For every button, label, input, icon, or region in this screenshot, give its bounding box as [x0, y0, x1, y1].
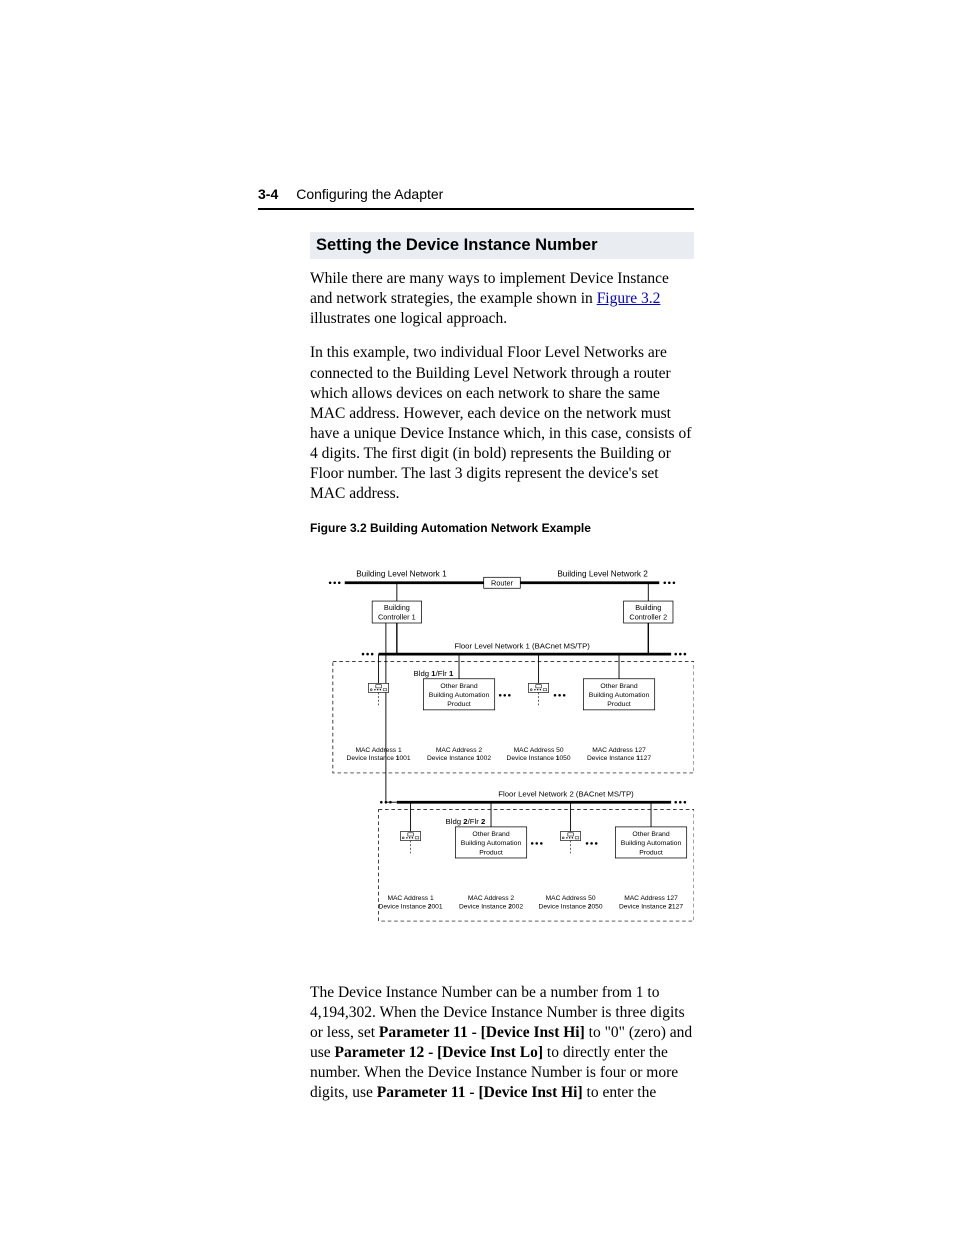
svg-text:Controller 2: Controller 2	[629, 612, 667, 621]
building-controller-2: Building Controller 2	[624, 601, 673, 623]
svg-text:Building: Building	[384, 603, 410, 612]
bldg-flr-2-label: Bldg 2/Flr 2	[446, 817, 486, 826]
section-heading: Setting the Device Instance Number	[310, 232, 694, 259]
device-instance-label: Device Instance 2127	[619, 903, 683, 910]
device-instance-label: Device Instance 1001	[347, 755, 411, 762]
device-instance-label: Device Instance 2002	[459, 903, 523, 910]
svg-text:Controller 1: Controller 1	[378, 612, 416, 621]
svg-text:Product: Product	[639, 849, 663, 856]
param-ref: Parameter 12 - [Device Inst Lo]	[335, 1044, 543, 1061]
device-instance-label: Device Instance 1002	[427, 755, 491, 762]
svg-text:Building Automation: Building Automation	[429, 692, 490, 699]
router-label: Router	[491, 578, 513, 587]
page: 3-4 Configuring the Adapter Setting the …	[0, 0, 954, 1235]
device-instance-label: Device Instance 1050	[507, 755, 571, 762]
svg-text:Building Automation: Building Automation	[461, 840, 522, 847]
mac-label: MAC Address 1	[387, 895, 434, 902]
paragraph-example: In this example, two individual Floor Le…	[310, 343, 694, 504]
svg-text:Other Brand: Other Brand	[472, 831, 509, 838]
running-header: 3-4 Configuring the Adapter	[258, 186, 694, 210]
svg-text:Other Brand: Other Brand	[632, 831, 669, 838]
device-instance-label: Device Instance 2001	[379, 903, 443, 910]
mac-label: MAC Address 50	[514, 746, 564, 753]
body: Setting the Device Instance Number While…	[310, 226, 694, 1117]
bldg-flr-1-label: Bldg 1/Flr 1	[414, 669, 454, 678]
param-ref: Parameter 11 - [Device Inst Hi]	[379, 1024, 585, 1041]
chapter-title: Configuring the Adapter	[296, 186, 443, 202]
floor-network-2-label: Floor Level Network 2 (BACnet MS/TP)	[498, 789, 634, 798]
svg-text:Product: Product	[479, 849, 503, 856]
svg-text:Building: Building	[635, 603, 661, 612]
mac-label: MAC Address 1	[355, 746, 402, 753]
mac-label: MAC Address 2	[468, 895, 515, 902]
building-controller-1: Building Controller 1	[372, 601, 421, 623]
mac-label: MAC Address 2	[436, 746, 483, 753]
svg-text:Building Automation: Building Automation	[589, 692, 650, 699]
mac-label: MAC Address 127	[624, 895, 678, 902]
figure-diagram: Building Level Network 1 Building Level …	[310, 547, 694, 955]
svg-text:Product: Product	[607, 701, 631, 708]
network-diagram-svg: Building Level Network 1 Building Level …	[310, 547, 694, 955]
svg-text:Other Brand: Other Brand	[600, 682, 637, 689]
page-number: 3-4	[258, 186, 278, 202]
device-instance-label: Device Instance 1127	[587, 755, 651, 762]
text: illustrates one logical approach.	[310, 310, 507, 327]
svg-text:Other Brand: Other Brand	[440, 682, 477, 689]
floor-network-1-label: Floor Level Network 1 (BACnet MS/TP)	[454, 641, 590, 650]
svg-text:Product: Product	[447, 701, 471, 708]
building-level-network-2-label: Building Level Network 2	[557, 569, 648, 578]
paragraph-instructions: The Device Instance Number can be a numb…	[310, 983, 694, 1104]
param-ref: Parameter 11 - [Device Inst Hi]	[377, 1084, 583, 1101]
figure-link[interactable]: Figure 3.2	[597, 290, 661, 307]
other-brand-box: Other Brand Building Automation Product	[423, 678, 494, 709]
other-brand-box: Other Brand Building Automation Product	[615, 826, 686, 857]
mac-label: MAC Address 50	[546, 895, 596, 902]
building-level-network-1-label: Building Level Network 1	[356, 569, 447, 578]
mac-label: MAC Address 127	[592, 746, 646, 753]
device-instance-label: Device Instance 2050	[539, 903, 603, 910]
paragraph-intro: While there are many ways to implement D…	[310, 269, 694, 329]
text: to enter the	[583, 1084, 657, 1101]
other-brand-box: Other Brand Building Automation Product	[583, 678, 654, 709]
svg-text:Building Automation: Building Automation	[621, 840, 682, 847]
figure-caption: Figure 3.2 Building Automation Network E…	[310, 521, 694, 535]
other-brand-box: Other Brand Building Automation Product	[455, 826, 526, 857]
